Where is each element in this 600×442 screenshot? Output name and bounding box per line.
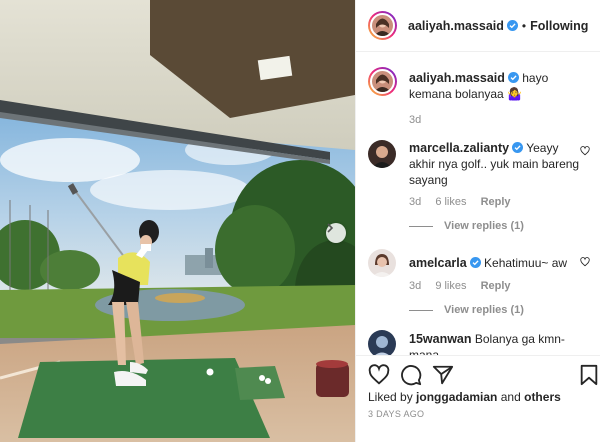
- view-replies-label: View replies (1): [444, 304, 524, 316]
- liked-by-line: Liked by jonggadamian and others: [368, 390, 561, 404]
- liked-user-link[interactable]: jonggadamian: [416, 390, 497, 404]
- commenter-username[interactable]: amelcarla: [409, 256, 467, 270]
- caption-username[interactable]: aaliyah.massaid: [409, 71, 505, 85]
- comment-likes[interactable]: 6 likes: [435, 196, 466, 208]
- verified-badge-icon: [512, 142, 524, 153]
- liked-prefix: Liked by: [368, 390, 413, 404]
- comment-icon[interactable]: [400, 364, 422, 386]
- post-date[interactable]: 3 DAYS AGO: [368, 409, 424, 419]
- verified-badge-icon: [506, 20, 518, 31]
- comments-list[interactable]: aaliyah.massaid hayo kemana bolanyaa 🤷‍♀…: [356, 53, 600, 355]
- caption-time[interactable]: 3d: [409, 114, 421, 126]
- reply-button[interactable]: Reply: [481, 280, 511, 292]
- author-avatar[interactable]: [368, 11, 397, 40]
- commenter-username[interactable]: marcella.zalianty: [409, 141, 509, 155]
- like-comment-heart-icon[interactable]: [580, 146, 590, 156]
- post-photo[interactable]: [0, 0, 355, 442]
- view-replies-label: View replies (1): [444, 220, 524, 232]
- post-header: aaliyah.massaid • Following: [356, 0, 600, 52]
- caption-avatar[interactable]: [368, 67, 397, 96]
- following-button[interactable]: Following: [530, 19, 588, 33]
- chevron-right-icon: [327, 223, 334, 233]
- commenter-avatar[interactable]: [368, 330, 396, 355]
- post-actions: Liked by jonggadamian and others 3 DAYS …: [356, 355, 600, 442]
- comment-text: Kehatimuu~ aw: [484, 256, 568, 270]
- view-replies-button[interactable]: View replies (1): [409, 220, 524, 232]
- author-username[interactable]: aaliyah.massaid: [408, 19, 504, 33]
- verified-badge-icon: [469, 257, 481, 268]
- bookmark-icon[interactable]: [578, 364, 600, 386]
- action-icons-row: [368, 364, 598, 388]
- comment-time[interactable]: 3d: [409, 196, 421, 208]
- reply-button[interactable]: Reply: [481, 196, 511, 208]
- share-icon[interactable]: [432, 364, 454, 386]
- commenter-avatar[interactable]: [368, 140, 396, 168]
- view-replies-button[interactable]: View replies (1): [409, 304, 524, 316]
- separator-dot: •: [521, 18, 527, 33]
- commenter-username[interactable]: 15wanwan: [409, 332, 472, 346]
- comment-time[interactable]: 3d: [409, 280, 421, 292]
- comment-likes[interactable]: 9 likes: [435, 280, 466, 292]
- golf-range-photo: [0, 0, 355, 442]
- liked-and: and: [500, 390, 521, 404]
- heart-icon[interactable]: [368, 364, 390, 386]
- post-side-panel: aaliyah.massaid • Following aaliyah.mass…: [355, 0, 600, 442]
- liked-others-link[interactable]: others: [524, 390, 561, 404]
- like-comment-heart-icon[interactable]: [580, 257, 590, 267]
- view-replies-line: [409, 225, 433, 227]
- view-replies-line: [409, 309, 433, 311]
- carousel-next-button[interactable]: [326, 223, 346, 243]
- verified-badge-icon: [507, 72, 519, 83]
- commenter-avatar[interactable]: [368, 249, 396, 277]
